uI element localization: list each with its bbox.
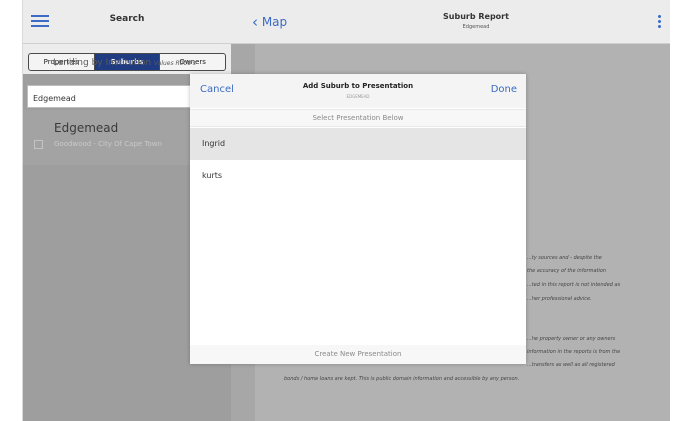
result-checkbox[interactable] [34,140,43,149]
disclaimer-line: ...ty sources and - despite the [527,255,602,261]
report-title: Suburb Report [443,12,509,21]
modal-section-header: Select Presentation Below [190,109,526,127]
lending-unit-text: Values R000's [153,60,196,67]
modal-header: Cancel Add Suburb to Presentation EDGEME… [190,74,526,108]
done-button[interactable]: Done [491,84,517,95]
disclaimer-line: ...he property owner or any owners [527,336,616,342]
modal-subtitle: EDGEMEAD [346,94,370,99]
modal-title: Add Suburb to Presentation [302,82,414,90]
disclaimer-line: bonds / home loans are kept. This is pub… [284,376,520,382]
create-new-presentation-button[interactable]: Create New Presentation [190,345,526,364]
lending-section-title: Lending by Institution Values R000's [53,58,196,68]
disclaimer-line: ...her professional advice. [527,296,592,302]
presentation-item-ingrid[interactable]: Ingrid [190,128,526,160]
back-to-map-button[interactable]: ‹ Map [252,12,288,31]
disclaimer-line: ...ted in this report is not intended as [527,282,621,288]
add-suburb-modal: Cancel Add Suburb to Presentation EDGEME… [190,74,526,364]
more-options-icon[interactable] [658,15,662,30]
presentation-item-kurts[interactable]: kurts [190,160,526,192]
result-title: Edgemead [54,121,119,135]
search-panel-title: Search [109,14,145,24]
chevron-left-icon: ‹ [252,13,258,31]
report-subtitle: Edgemead [462,24,490,30]
lending-title-text: Lending by Institution [53,58,152,68]
presentation-item-label: Ingrid [202,139,226,148]
cancel-button[interactable]: Cancel [200,84,234,95]
report-header: ‹ Map Suburb Report Edgemead [231,0,670,44]
search-panel-header: Search [23,0,231,44]
window-frame-left [0,0,23,421]
back-label: Map [261,15,288,29]
disclaimer-line: ...transfers as well as all registered [527,362,615,368]
disclaimer-line: information in the reports is from the [527,349,621,355]
presentation-item-label: kurts [202,171,223,180]
window-frame-right [669,0,686,421]
disclaimer-line: the accuracy of the information [527,268,607,274]
